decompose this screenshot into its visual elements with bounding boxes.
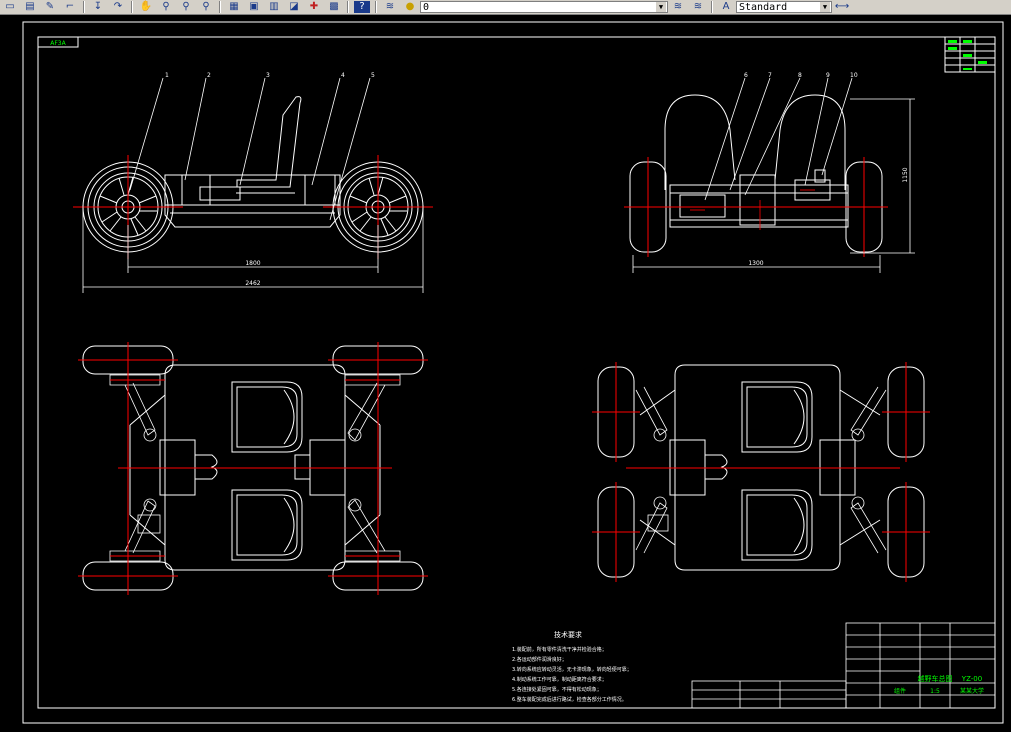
layer-manager-icon[interactable]: ≋	[382, 1, 398, 13]
text-style-icon[interactable]: A	[718, 1, 734, 13]
drawing-canvas[interactable]: AF3A 1 2 3 4 5 1800 2462 6 7 8 9 10 1300…	[0, 15, 1011, 728]
zoom-realtime-icon[interactable]: ⚲	[158, 1, 174, 13]
match-properties-icon[interactable]: ⌐	[62, 1, 78, 13]
properties-icon[interactable]: ▦	[226, 1, 242, 13]
side-elevation-view: 6 7 8 9 10 1300 1150	[623, 72, 915, 273]
pan-arrow-icon[interactable]: ↧	[90, 1, 106, 13]
design-center-icon[interactable]: ▣	[246, 1, 262, 13]
text-style-dropdown[interactable]: Standard ▼	[736, 1, 832, 13]
part-number: 6	[744, 72, 748, 79]
toolbar-separator	[219, 1, 221, 13]
part-number: 8	[798, 72, 802, 79]
layer-state-icon[interactable]: ●	[402, 1, 418, 13]
part-number: 2	[207, 72, 211, 79]
open-icon[interactable]: ▤	[22, 1, 38, 13]
overall-length-dimension: 2462	[245, 280, 260, 287]
tech-req-line: 2.各运动部件润滑良好；	[512, 656, 567, 663]
new-icon[interactable]: ▭	[2, 1, 18, 13]
toolbar-separator	[375, 1, 377, 13]
toolbar-separator	[83, 1, 85, 13]
layer-states-icon[interactable]: ≋	[690, 1, 706, 13]
help-icon[interactable]: ?	[354, 1, 370, 13]
part-number: 10	[850, 72, 858, 79]
revision-block	[944, 36, 996, 73]
layer-dropdown[interactable]: 0 ▼	[420, 1, 668, 13]
pencil-icon[interactable]: ✎	[42, 1, 58, 13]
front-elevation-view: 1 2 3 4 5 1800 2462	[72, 72, 434, 293]
part-number: 5	[371, 72, 375, 79]
drawing-material: 组件	[894, 687, 906, 695]
layer-previous-icon[interactable]: ≋	[670, 1, 686, 13]
drawing-title: 越野车总图	[918, 674, 953, 683]
redo-icon[interactable]: ↷	[110, 1, 126, 13]
chevron-down-icon[interactable]: ▼	[656, 2, 666, 12]
calculator-icon[interactable]: ▩	[326, 1, 342, 13]
dim-style-icon[interactable]: ⟷	[834, 1, 850, 13]
tech-req-line: 3.转向系统应转动灵活，无卡滞现象，转向轻便可靠；	[512, 666, 632, 673]
plan-view-right	[591, 361, 931, 583]
track-dimension: 1300	[748, 260, 763, 267]
toolbar-separator	[711, 1, 713, 13]
company-name: 某某大学	[960, 687, 984, 695]
wheelbase-dimension: 1800	[245, 260, 260, 267]
zoom-previous-icon[interactable]: ⚲	[198, 1, 214, 13]
tech-req-line: 6.整车装配完成后进行路试，检查各部分工作情况。	[512, 696, 627, 703]
text-style-value: Standard	[739, 1, 788, 13]
layer-dropdown-value: 0	[423, 1, 430, 13]
chevron-down-icon[interactable]: ▼	[820, 2, 830, 12]
tech-req-title: 技术要求	[554, 630, 582, 639]
markup-icon[interactable]: ✚	[306, 1, 322, 13]
tech-req-line: 5.各连接处紧固可靠，不得有松动现象；	[512, 686, 602, 693]
tech-req-line: 1.装配前，所有零件清洗干净并检验合格；	[512, 646, 607, 653]
tool-palettes-icon[interactable]: ▥	[266, 1, 282, 13]
drawing-scale: 1:5	[930, 688, 940, 695]
inner-frame	[37, 36, 996, 709]
drawing-number: YZ-00	[961, 675, 982, 683]
pan-hand-icon[interactable]: ✋	[138, 1, 154, 13]
plan-view-left	[77, 341, 429, 595]
cad-toolbar: ▭ ▤ ✎ ⌐ ↧ ↷ ✋ ⚲ ⚲ ⚲ ▦ ▣ ▥ ◪ ✚ ▩ ? ≋ ● 0 …	[0, 0, 1011, 15]
part-number: 3	[266, 72, 270, 79]
outer-frame	[22, 21, 1004, 724]
tech-req-line: 4.制动系统工作可靠，制动距离符合要求；	[512, 676, 607, 683]
toolbar-separator	[131, 1, 133, 13]
drawing-svg: AF3A 1 2 3 4 5 1800 2462 6 7 8 9 10 1300…	[22, 21, 1004, 724]
title-block	[691, 622, 996, 709]
height-dimension: 1150	[902, 167, 909, 182]
corner-tag: AF3A	[50, 40, 66, 47]
sheet-set-icon[interactable]: ◪	[286, 1, 302, 13]
part-number: 9	[826, 72, 830, 79]
toolbar-separator	[347, 1, 349, 13]
part-number: 4	[341, 72, 345, 79]
part-number: 1	[165, 72, 169, 79]
zoom-window-icon[interactable]: ⚲	[178, 1, 194, 13]
technical-requirements: 技术要求 1.装配前，所有零件清洗干净并检验合格； 2.各运动部件润滑良好； 3…	[512, 630, 632, 703]
part-number: 7	[768, 72, 772, 79]
